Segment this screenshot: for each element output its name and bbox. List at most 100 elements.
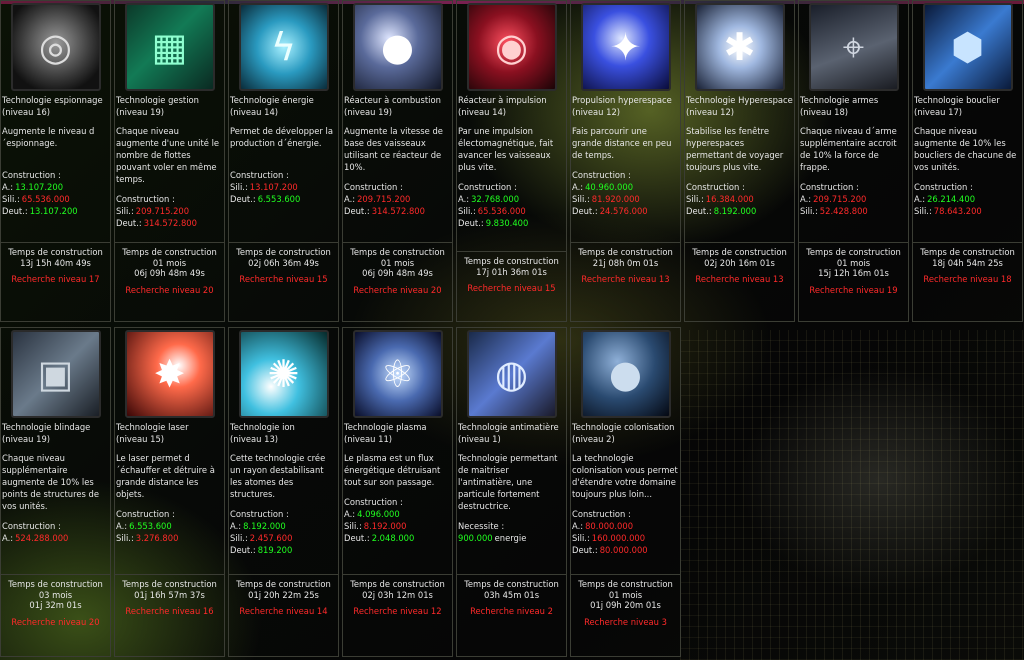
cost-row: Sili.: 65.536.000 [2, 193, 109, 205]
cost-row: A.: 209.715.200 [344, 193, 451, 205]
resource-name: Sili.: [914, 206, 932, 216]
cost-row: A.: 13.107.200 [2, 181, 109, 193]
computer-grid-icon[interactable]: ▦ [124, 3, 215, 91]
tech-name: Technologie bouclier [914, 95, 1000, 105]
research-button[interactable]: Recherche niveau 16 [115, 606, 224, 617]
tech-description: Stabilise les fenêtre hyperespaces perme… [686, 126, 784, 172]
resource-name: Sili.: [686, 194, 704, 204]
resource-name: Sili.: [2, 194, 20, 204]
background-city-grid [680, 330, 1024, 660]
tech-name: Technologie antimatière [458, 422, 559, 432]
resource-amount: 81.920.000 [591, 194, 640, 204]
ion-cannon-icon[interactable]: ✺ [238, 330, 329, 418]
research-button[interactable]: Recherche niveau 18 [913, 274, 1022, 285]
cost-block: Construction : A.: 209.715.200 Sili.: 52.428… [799, 173, 908, 217]
construction-time-box: Temps de construction 17j 01h 36m 01s Rech… [457, 251, 566, 294]
resource-name: Sili.: [230, 533, 248, 543]
hyperspace-tech-icon[interactable]: ✱ [694, 3, 785, 91]
research-button[interactable]: Recherche niveau 3 [571, 617, 680, 628]
spy-scope-icon[interactable]: ◎ [10, 3, 101, 91]
tech-level: (niveau 14) [458, 106, 507, 117]
energy-reactor-icon[interactable]: ϟ [238, 3, 329, 91]
cost-row: Deut.: 13.107.200 [2, 205, 109, 217]
cost-row: Sili.: 52.428.800 [800, 205, 907, 217]
cost-block: Construction : A.: 26.214.400 Sili.: 78.643.… [913, 173, 1022, 217]
research-button[interactable]: Recherche niveau 13 [685, 274, 794, 285]
resource-name: A.: [800, 194, 812, 204]
construction-time-value: 01 mois [152, 257, 187, 268]
tech-description: Le laser permet d´échauffer et détruire … [116, 453, 215, 499]
resource-name: A.: [458, 194, 470, 204]
tech-level: (niveau 17) [914, 106, 963, 117]
research-button[interactable]: Recherche niveau 15 [457, 283, 566, 294]
tech-title: Réacteur à combustion (niveau 19) [343, 93, 452, 118]
research-button[interactable]: Recherche niveau 2 [457, 606, 566, 617]
impulse-engine-icon[interactable]: ◉ [466, 3, 557, 91]
resource-name: Deut.: [344, 206, 370, 216]
colony-planet-icon[interactable]: ● [580, 330, 671, 418]
tech-title: Technologie blindage (niveau 19) [1, 420, 110, 445]
research-button[interactable]: Recherche niveau 15 [229, 274, 338, 285]
tech-image-frame: ▦ [115, 1, 224, 93]
resource-amount: 40.960.000 [585, 182, 634, 192]
construction-time-value: 03 mois [38, 589, 73, 600]
construction-time-value: 06j 09h 48m 49s [134, 268, 205, 278]
resource-name: Sili.: [344, 521, 362, 531]
construction-time-label: Temps de construction [8, 579, 103, 589]
research-button[interactable]: Recherche niveau 20 [343, 285, 452, 296]
cost-label: Construction : [116, 194, 175, 204]
construction-time-box: Temps de construction 01 mois 15j 12h 16m … [799, 242, 908, 295]
research-button[interactable]: Recherche niveau 17 [1, 274, 110, 285]
resource-amount: 16.384.000 [705, 194, 754, 204]
resource-name: Deut.: [2, 206, 28, 216]
research-button[interactable]: Recherche niveau 13 [571, 274, 680, 285]
construction-time-label: Temps de construction [578, 579, 673, 589]
resource-name: A.: [572, 521, 584, 531]
cost-row: Deut.: 314.572.800 [344, 205, 451, 217]
cost-block: Construction : A.: 40.960.000 Sili.: 81.920.… [571, 161, 680, 217]
antimatter-chamber-icon[interactable]: ◍ [466, 330, 557, 418]
tech-title: Technologie laser (niveau 15) [115, 420, 224, 445]
resource-name: A.: [914, 194, 926, 204]
cost-row: Deut.: 2.048.000 [344, 532, 451, 544]
cost-row: Deut.: 80.000.000 [572, 544, 679, 556]
combustion-engine-icon[interactable]: ● [352, 3, 443, 91]
construction-time-value: 01j 16h 57m 37s [134, 589, 205, 600]
construction-time-value: 02j 06h 36m 49s [248, 257, 319, 268]
research-button[interactable]: Recherche niveau 19 [799, 285, 908, 296]
research-button[interactable]: Recherche niveau 20 [115, 285, 224, 296]
construction-time-value: 01j 20h 22m 25s [248, 589, 319, 600]
resource-name: Sili.: [116, 533, 134, 543]
cost-row: A.: 26.214.400 [914, 193, 1021, 205]
cost-label: Construction : [800, 182, 859, 192]
construction-time-value: 02j 03h 12m 01s [362, 589, 433, 600]
resource-name: Sili.: [116, 206, 134, 216]
cost-label: Construction : [344, 497, 403, 507]
tech-image-frame: ϟ [229, 1, 338, 93]
research-button[interactable]: Recherche niveau 20 [1, 617, 110, 628]
cost-block: Construction : A.: 4.096.000 Sili.: 8.192.00… [343, 488, 452, 544]
laser-beam-icon[interactable]: ✸ [124, 330, 215, 418]
construction-time-box: Temps de construction 21j 08h 0m 01s Reche… [571, 242, 680, 285]
resource-amount: 13.107.200 [249, 182, 298, 192]
hyperspace-drive-icon[interactable]: ✦ [580, 3, 671, 91]
weapon-turret-icon[interactable]: ⌖ [808, 3, 899, 91]
tech-title: Technologie Hyperespace (niveau 12) [685, 93, 794, 118]
construction-time-label: Temps de construction [122, 579, 217, 589]
tech-image-frame: ◉ [457, 1, 566, 93]
plasma-orb-icon[interactable]: ⚛ [352, 330, 443, 418]
resource-name: A.: [572, 182, 584, 192]
cost-row: A.: 524.288.000 [2, 532, 109, 544]
cost-row: A.: 6.553.600 [116, 520, 223, 532]
resource-name: Deut.: [686, 206, 712, 216]
tech-name: Technologie colonisation [572, 422, 675, 432]
tech-image-frame: ⌖ [799, 1, 908, 93]
research-button[interactable]: Recherche niveau 14 [229, 606, 338, 617]
cost-row: Sili.: 2.457.600 [230, 532, 337, 544]
tech-level: (niveau 19) [344, 106, 393, 117]
shield-beam-icon[interactable]: ⬢ [922, 3, 1013, 91]
armor-plating-icon[interactable]: ▣ [10, 330, 101, 418]
research-button[interactable]: Recherche niveau 12 [343, 606, 452, 617]
tech-level: (niveau 12) [572, 106, 621, 117]
tech-image-frame: ✦ [571, 1, 680, 93]
